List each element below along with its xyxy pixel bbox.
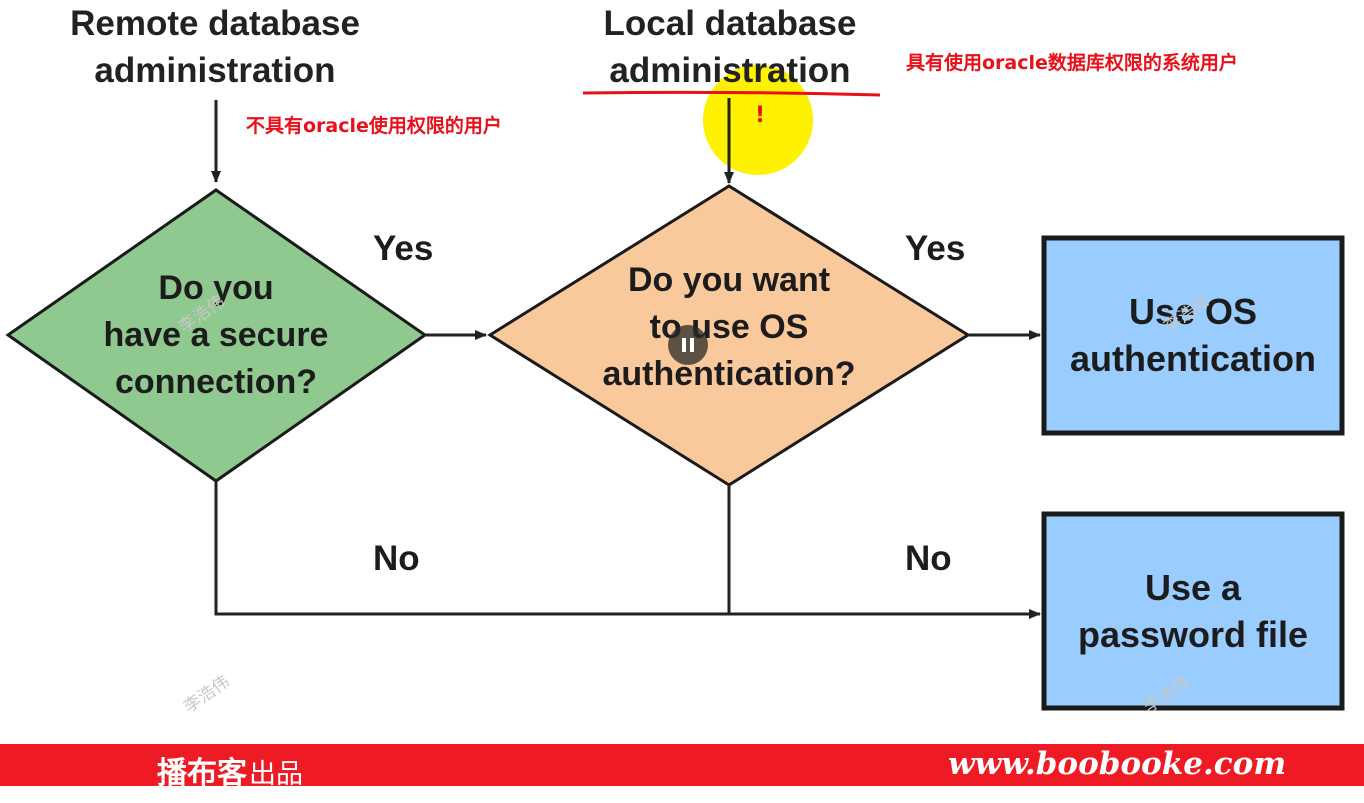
header-remote: Remote database administration [70,4,360,90]
annotation-exclaim: ! [755,103,766,128]
footer-site-link[interactable]: www.boobooke.com [948,746,1286,782]
edge-label-no-secure: No [373,539,420,578]
line-secure-no [214,481,729,616]
edge-label-yes-os-auth: Yes [905,229,966,268]
edge-label-yes-secure: Yes [373,229,434,268]
footer-bottom-strip [0,786,1364,803]
annotation-local-note: 具有使用oracle数据库权限的系统用户 [906,52,1238,74]
pause-icon [682,338,686,352]
flowchart: Remote database administration Local dat… [0,0,1364,803]
pause-button[interactable] [668,325,708,365]
annotation-remote-note: 不具有oracle使用权限的用户 [246,115,502,137]
edge-label-no-os-auth: No [905,539,952,578]
footer-banner: 播布客出品 www.boobooke.com [0,744,1364,791]
decision-os-auth-text: Do you want to use OS authentication? [602,261,856,393]
pause-icon-bar [690,338,694,352]
header-local: Local database administration [603,4,857,90]
outcome-password-text: Use a password file [1077,567,1309,655]
decision-secure-text: Do you have a secure connection? [103,269,329,401]
